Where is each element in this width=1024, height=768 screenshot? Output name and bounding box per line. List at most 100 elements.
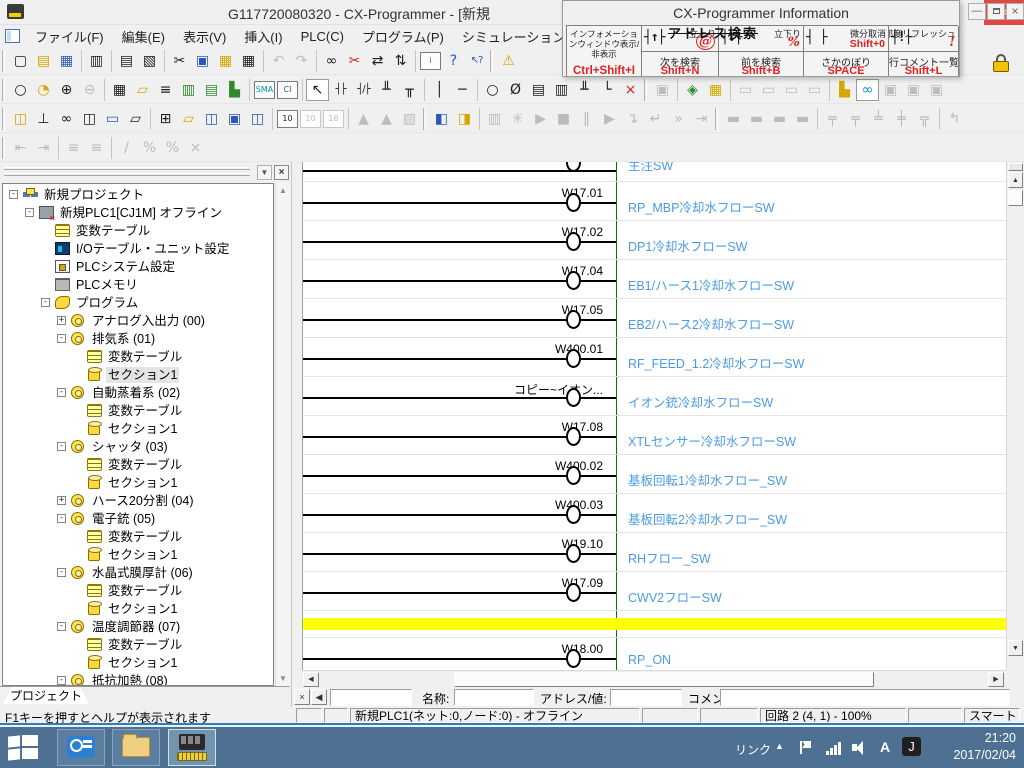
tree-item-label[interactable]: ハース20分割 (04)	[90, 493, 195, 509]
new-file-icon[interactable]: ▢	[9, 50, 32, 72]
collapse-expander-icon[interactable]: -	[25, 208, 34, 217]
rung-comment[interactable]: XTLセンサー冷却水フローSW	[628, 431, 796, 450]
rung-comment[interactable]: 基板回転2冷却水フロー_SW	[628, 509, 787, 528]
pause-icon[interactable]: ‖	[575, 108, 598, 130]
program-tree-icon[interactable]: ▙	[833, 79, 856, 101]
comment-box-icon[interactable]: ▱	[131, 79, 154, 101]
transfer-icon[interactable]: ▥	[483, 108, 506, 130]
menu-plc[interactable]: PLC(C)	[292, 29, 353, 44]
edit-bar-collapse-button[interactable]: ◀	[311, 689, 327, 705]
ladder-rung[interactable]: W400.03基板回転2冷却水フロー_SW	[303, 493, 1006, 532]
step-out-icon[interactable]: ↵	[644, 108, 667, 130]
tree-item-label[interactable]: セクション1	[106, 547, 179, 563]
contact-or-no-icon[interactable]: ╨	[375, 79, 398, 101]
rung-comment[interactable]: RF_FEED_1.2冷却水フローSW	[628, 353, 804, 372]
rung-comment[interactable]: RHフロー_SW	[628, 548, 711, 567]
panel-grip[interactable]: ▼ ×	[2, 164, 290, 181]
paste-special-icon[interactable]: ▦	[237, 50, 260, 72]
context-help-icon[interactable]: ↖?	[465, 50, 488, 72]
tree-item-label[interactable]: プログラム	[74, 295, 140, 311]
edit-bar-close-button[interactable]: ×	[294, 689, 310, 705]
tray-link-text[interactable]: リンク	[735, 741, 771, 758]
comment-input[interactable]	[720, 689, 1010, 706]
ladder-editor[interactable]: 主注SWW17.01RP_MBP冷却水フローSWW17.02DP1冷却水フローS…	[302, 162, 1006, 670]
sma-library-icon[interactable]: SMA	[254, 81, 275, 99]
function-block-icon[interactable]: ▤	[527, 79, 550, 101]
contact-nc-icon[interactable]: ┤/├	[352, 79, 375, 101]
taskbar-cx-programmer-button[interactable]	[168, 729, 216, 766]
output-coil-symbol[interactable]	[566, 349, 581, 368]
expand-expander-icon[interactable]: +	[57, 316, 66, 325]
network-signal-icon[interactable]	[826, 741, 842, 755]
download-icon[interactable]: ▲	[375, 108, 398, 130]
volume-icon[interactable]	[852, 741, 866, 755]
name-input[interactable]	[454, 689, 534, 706]
rung-comment[interactable]: RP_ON	[628, 653, 671, 667]
ci-window-icon[interactable]: CI	[277, 81, 298, 99]
ladder-rung[interactable]: W400.02基板回転1冷却水フロー_SW	[303, 454, 1006, 493]
watch-window-2-icon[interactable]: ▣	[902, 79, 925, 101]
tree-item-label[interactable]: 新規PLC1[CJ1M] オフライン	[58, 205, 224, 221]
output-coil-symbol[interactable]	[566, 544, 581, 563]
output-coil-symbol[interactable]	[566, 310, 581, 329]
hex-monitor-icon[interactable]: ◫	[246, 108, 269, 130]
force-cancel-icon[interactable]: ╧	[867, 108, 890, 130]
scroll-thumb[interactable]	[1008, 190, 1023, 206]
contact-no-icon[interactable]: ┤├	[329, 79, 352, 101]
io-comment-icon[interactable]: ▥	[177, 79, 200, 101]
hex-16-icon[interactable]: 16	[323, 110, 344, 128]
window-arrange-3-icon[interactable]: ▭	[780, 79, 803, 101]
ladder-rung[interactable]: W18.00RP_ON	[303, 637, 1006, 670]
find-binoculars-icon[interactable]: ∞	[320, 50, 343, 72]
tools-icon[interactable]: ✂	[343, 50, 366, 72]
set-value-icon[interactable]: ╪	[890, 108, 913, 130]
tree-item-label[interactable]: 抵抗加熱 (08)	[90, 673, 170, 686]
panel-dropdown-button[interactable]: ▼	[257, 165, 272, 180]
watch-window-3-icon[interactable]: ▣	[925, 79, 948, 101]
edit-bar-spare-field[interactable]	[330, 689, 412, 706]
ladder-vertical-scrollbar[interactable]: ▲ ▼	[1006, 162, 1023, 670]
paste-icon[interactable]: ▦	[214, 50, 237, 72]
output-coil-symbol[interactable]	[566, 271, 581, 290]
toolbar-grip[interactable]	[2, 108, 5, 130]
toolbar-grip[interactable]	[644, 79, 647, 101]
watch-glasses-icon[interactable]: ∞	[55, 108, 78, 130]
output-coil-symbol[interactable]	[566, 466, 581, 485]
info-icon[interactable]: i	[420, 52, 441, 70]
indent-left-icon[interactable]: ⇤	[9, 137, 32, 159]
work-online-icon[interactable]: ◧	[430, 108, 453, 130]
ladder-window-icon[interactable]: ◫	[200, 108, 223, 130]
menu-file[interactable]: ファイル(F)	[26, 27, 113, 46]
child-minimize-button[interactable]: —	[968, 3, 986, 20]
upload-icon[interactable]: ▲	[352, 108, 375, 130]
ladder-rung[interactable]: W17.05EB2/ハース2冷却水フローSW	[303, 298, 1006, 337]
zoom-select-icon[interactable]: ◔	[32, 79, 55, 101]
rung-list-icon[interactable]: ≡	[154, 79, 177, 101]
run-icon[interactable]: ▶	[529, 108, 552, 130]
panel-close-button[interactable]: ×	[274, 165, 289, 180]
window-arrange-4-icon[interactable]: ▭	[803, 79, 826, 101]
undo-icon[interactable]: ↶	[267, 50, 290, 72]
collapse-expander-icon[interactable]: -	[57, 442, 66, 451]
tree-item-label[interactable]: PLCメモリ	[74, 277, 140, 293]
ladder-rung[interactable]: W17.08XTLセンサー冷却水フローSW	[303, 415, 1006, 454]
new-project-window-icon[interactable]: ◫	[9, 108, 32, 130]
tree-item-label[interactable]: 温度調節器 (07)	[90, 619, 182, 635]
output-coil-symbol[interactable]	[566, 232, 581, 251]
tree-item-label[interactable]: I/Oテーブル・ユニット設定	[74, 241, 231, 257]
output-coil-symbol[interactable]	[566, 505, 581, 524]
decode-icon[interactable]: ◈	[681, 79, 704, 101]
tree-item-label[interactable]: セクション1	[106, 655, 179, 671]
monitor-3-icon[interactable]: ▬	[768, 108, 791, 130]
toolbar-grip[interactable]	[490, 50, 493, 72]
ladder-horizontal-scrollbar[interactable]: ◀ ▶	[302, 670, 1006, 687]
search-address-icon[interactable]: ⇅	[389, 50, 412, 72]
ladder-rung[interactable]: W17.02DP1冷却水フローSW	[303, 220, 1006, 259]
split-handle[interactable]	[1008, 163, 1023, 171]
menu-view[interactable]: 表示(V)	[174, 27, 235, 46]
tree-item-label[interactable]: 変数テーブル	[106, 583, 184, 599]
send-changes-icon[interactable]: %	[161, 137, 184, 159]
pause-monitor-icon[interactable]: ✳	[506, 108, 529, 130]
cut-icon[interactable]: ✂	[168, 50, 191, 72]
output-coil-symbol[interactable]	[566, 388, 581, 407]
